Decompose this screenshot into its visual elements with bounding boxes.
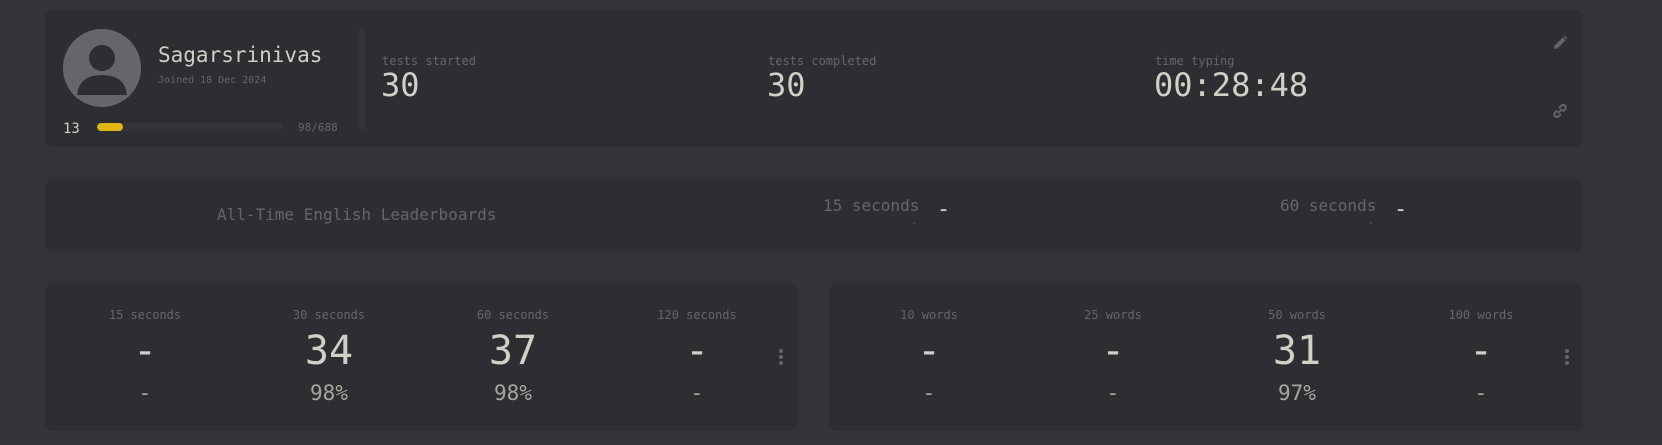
xp-progress-fill: [97, 123, 124, 131]
pb-wpm: 37: [488, 328, 538, 374]
xp-progress-bar: [97, 123, 283, 131]
xp-text: 98/688: [298, 121, 338, 134]
profile-card: Sagarsrinivas Joined 18 Dec 2024 13 98/6…: [45, 10, 1583, 147]
pb-mode: 10 words: [900, 308, 958, 322]
leaderboard-15s-sub: -: [911, 218, 918, 229]
tests-started-value: 30: [381, 66, 420, 104]
pb-wpm: 31: [1272, 328, 1322, 374]
pb-mode: 120 seconds: [657, 308, 737, 322]
user-avatar-icon: [63, 29, 141, 107]
pb-mode: 30 seconds: [292, 308, 366, 322]
time-typing-value: 00:28:48: [1154, 66, 1309, 104]
pb-mode: 25 words: [1084, 308, 1142, 322]
pb-time-30: 30 seconds 34 98%: [239, 283, 419, 431]
kebab-menu-icon[interactable]: [1562, 346, 1572, 368]
pb-accuracy: -: [1106, 381, 1120, 405]
pb-accuracy: 98%: [494, 381, 532, 405]
pb-accuracy: -: [1474, 381, 1488, 405]
pb-accuracy: -: [138, 381, 152, 405]
pb-time-60: 60 seconds 37 98%: [423, 283, 603, 431]
leaderboard-15s-rank: -: [937, 197, 951, 222]
pb-time-120: 120 seconds - -: [607, 283, 787, 431]
leaderboard-15s-label: 15 seconds: [823, 196, 920, 215]
pb-words-50: 50 words 31 97%: [1207, 283, 1387, 431]
pb-mode: 15 seconds: [108, 308, 182, 322]
pb-time-card: 15 seconds - - 30 seconds 34 98% 60 seco…: [45, 283, 797, 431]
joined-date: Joined 18 Dec 2024: [158, 75, 267, 86]
pb-accuracy: -: [922, 381, 936, 405]
pb-wpm: -: [132, 328, 158, 374]
pb-wpm: -: [684, 328, 710, 374]
pb-wpm: -: [1100, 328, 1126, 374]
pb-mode: 50 words: [1268, 308, 1326, 322]
leaderboards-card[interactable]: All-Time English Leaderboards 15 seconds…: [45, 179, 1583, 252]
pb-wpm: -: [916, 328, 942, 374]
leaderboard-60s-rank: -: [1394, 197, 1408, 222]
pb-words-card: 10 words - - 25 words - - 50 words 31 97…: [829, 283, 1583, 431]
level-number: 13: [63, 121, 80, 137]
pb-time-15: 15 seconds - -: [55, 283, 235, 431]
pb-mode: 100 words: [1448, 308, 1514, 322]
link-icon[interactable]: [1550, 101, 1570, 121]
leaderboard-60s-label: 60 seconds: [1280, 196, 1377, 215]
leaderboard-60s-sub: -: [1368, 218, 1375, 229]
pb-wpm: 34: [304, 328, 354, 374]
pb-accuracy: -: [690, 381, 704, 405]
pb-accuracy: 98%: [310, 381, 348, 405]
pb-wpm: -: [1468, 328, 1494, 374]
pencil-icon[interactable]: [1550, 33, 1570, 53]
tests-completed-value: 30: [767, 66, 806, 104]
pb-words-100: 100 words - -: [1391, 283, 1571, 431]
pb-words-10: 10 words - -: [839, 283, 1019, 431]
username: Sagarsrinivas: [158, 43, 323, 67]
pb-accuracy: 97%: [1278, 381, 1316, 405]
pb-mode: 60 seconds: [476, 308, 550, 322]
pb-words-25: 25 words - -: [1023, 283, 1203, 431]
leaderboards-title: All-Time English Leaderboards: [217, 205, 497, 224]
profile-divider: [358, 28, 365, 130]
kebab-menu-icon[interactable]: [776, 346, 786, 368]
